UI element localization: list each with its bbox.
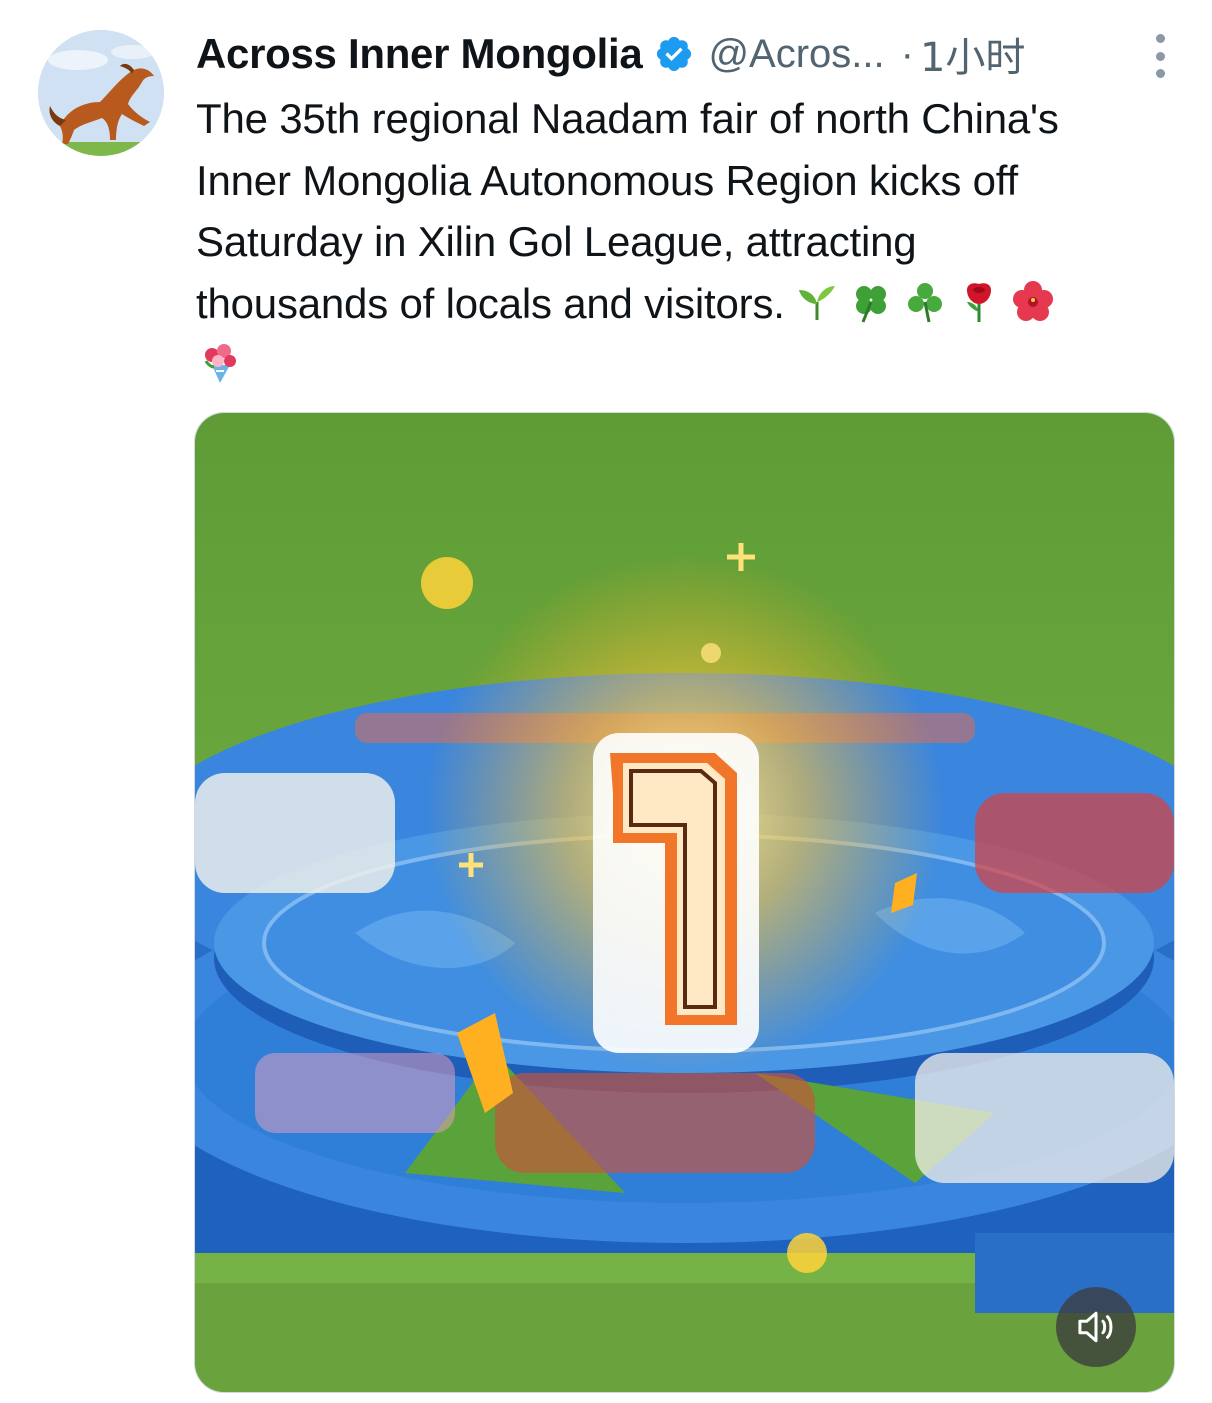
separator-dot: ·: [900, 31, 914, 76]
countdown-number-graphic: [593, 733, 759, 1053]
four-leaf-clover-emoji-icon: [855, 285, 886, 323]
shamrock-emoji-icon: [907, 282, 942, 322]
seedling-emoji-icon: [798, 285, 835, 320]
emoji-line: [196, 334, 1186, 398]
tweet-header: Across Inner Mongolia @Acros... · 1小时: [196, 26, 1172, 82]
more-options-icon[interactable]: [1152, 34, 1168, 78]
handle[interactable]: @Acros...: [708, 32, 884, 77]
tweet-text-line: Saturday in Xilin Gol League, attracting: [196, 218, 917, 265]
speaker-muted-icon: [1078, 1311, 1113, 1343]
video-frame: [195, 413, 1174, 1392]
timestamp[interactable]: 1小时: [920, 25, 1025, 83]
mute-toggle-button[interactable]: [1056, 1287, 1136, 1367]
verified-badge-icon: [654, 34, 694, 74]
tweet-text: The 35th regional Naadam fair of north C…: [196, 88, 1186, 398]
tweet-text-line: The 35th regional Naadam fair of north C…: [196, 95, 1059, 142]
tweet-text-line: thousands of locals and visitors.: [196, 279, 785, 327]
avatar[interactable]: [38, 30, 164, 156]
hibiscus-emoji-icon: [1012, 280, 1053, 321]
display-name[interactable]: Across Inner Mongolia: [196, 30, 643, 78]
emoji-group: [785, 279, 1055, 328]
rose-emoji-icon: [966, 282, 991, 322]
bouquet-emoji-icon: [204, 344, 236, 383]
tweet-card: Across Inner Mongolia @Acros... · 1小时 Th…: [0, 0, 1212, 1403]
tweet-video[interactable]: 1: [194, 412, 1175, 1393]
overlay-number: 1: [195, 413, 196, 414]
tweet-text-line: Inner Mongolia Autonomous Region kicks o…: [196, 156, 1018, 204]
horse-avatar-image: [38, 30, 164, 156]
